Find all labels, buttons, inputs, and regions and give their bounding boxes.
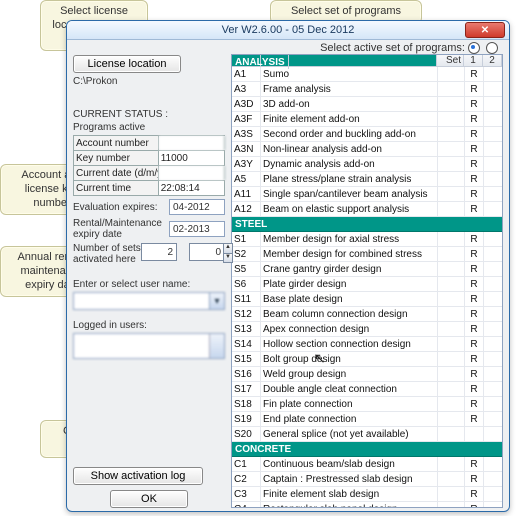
table-row[interactable]: S18Fin plate connectionR [232, 397, 502, 412]
maint-label: Rental/Maintenance expiry date [73, 218, 169, 240]
table-row[interactable]: C1Continuous beam/slab designR [232, 457, 502, 472]
table-row[interactable]: S15Bolt group designR [232, 352, 502, 367]
table-row[interactable]: S6Plate girder designR [232, 277, 502, 292]
table-row[interactable]: S17Double angle cleat connectionR [232, 382, 502, 397]
license-location-button[interactable]: License location [73, 55, 181, 73]
sets-label: Number of sets activated here [73, 243, 141, 265]
table-row[interactable]: S16Weld group designR [232, 367, 502, 382]
table-row[interactable]: A3YDynamic analysis add-onR [232, 157, 502, 172]
sets-a-input[interactable]: 2 [141, 243, 177, 261]
set2-radio[interactable] [486, 42, 498, 54]
program-set-row: Select active set of programs: [67, 40, 509, 54]
key-value: 11000 [159, 151, 225, 165]
eval-value: 04-2012 [169, 199, 225, 215]
table-row[interactable]: A3SSecond order and buckling add-onR [232, 127, 502, 142]
close-icon: ✕ [481, 25, 489, 36]
account-value [159, 136, 225, 150]
table-row[interactable]: S5Crane gantry girder designR [232, 262, 502, 277]
table-row[interactable]: S12Beam column connection designR [232, 307, 502, 322]
status-header: CURRENT STATUS : [73, 109, 225, 120]
left-panel: License location C:\Prokon CURRENT STATU… [73, 54, 225, 508]
time-value: 22:08:14 [159, 181, 225, 195]
date-value [159, 166, 225, 180]
sets-b-spinner[interactable]: ▲▼ [223, 243, 233, 263]
license-window: Ver W2.6.00 - 05 Dec 2012 ✕ Select activ… [66, 20, 510, 512]
window-title: Ver W2.6.00 - 05 Dec 2012 [222, 24, 355, 36]
show-activation-log-button[interactable]: Show activation log [73, 467, 203, 485]
table-row[interactable]: A3NNon-linear analysis add-onR [232, 142, 502, 157]
col-2: 2 [483, 55, 502, 66]
table-row[interactable]: S14Hollow section connection designR [232, 337, 502, 352]
table-row[interactable]: A3D3D add-onR [232, 97, 502, 112]
table-row[interactable]: A11Single span/cantilever beam analysisR [232, 187, 502, 202]
table-row[interactable]: C2Captain : Prestressed slab designR [232, 472, 502, 487]
table-row[interactable]: A5Plane stress/plane strain analysisR [232, 172, 502, 187]
username-label: Enter or select user name: [73, 279, 225, 290]
logged-users-list[interactable] [73, 333, 225, 359]
table-body: A1SumoRA3Frame analysisRA3D3D add-onRA3F… [232, 67, 502, 508]
col-set: Set [437, 55, 464, 66]
maint-value: 02-2013 [169, 221, 225, 237]
table-row[interactable]: S2Member design for combined stressR [232, 247, 502, 262]
col-1: 1 [464, 55, 483, 66]
table-row[interactable]: C4Rectangular slab panel designR [232, 502, 502, 508]
close-button[interactable]: ✕ [465, 22, 505, 38]
set1-radio[interactable] [468, 42, 480, 54]
username-combo[interactable] [73, 292, 225, 310]
logged-label: Logged in users: [73, 320, 225, 331]
modules-table[interactable]: Set 1 2 ANALYSIS A1SumoRA3Frame analysis… [231, 54, 503, 508]
license-path: C:\Prokon [73, 76, 225, 87]
table-row[interactable]: S19End plate connectionR [232, 412, 502, 427]
status-value: Programs active [73, 122, 225, 133]
table-row[interactable]: A1SumoR [232, 67, 502, 82]
group-concrete: CONCRETE [232, 442, 502, 457]
titlebar: Ver W2.6.00 - 05 Dec 2012 ✕ [67, 21, 509, 40]
group-steel: STEEL [232, 217, 502, 232]
ok-button[interactable]: OK [110, 490, 188, 508]
date-label: Current date (d/m/y) [74, 166, 159, 180]
table-row[interactable]: A3FFinite element add-onR [232, 112, 502, 127]
program-set-label: Select active set of programs: [320, 42, 465, 54]
table-header: Set 1 2 ANALYSIS [232, 55, 502, 67]
eval-label: Evaluation expires: [73, 202, 169, 213]
table-row[interactable]: S13Apex connection designR [232, 322, 502, 337]
sets-b-input[interactable]: 0▲▼ [189, 243, 225, 261]
account-grid: Account number Key number11000 Current d… [73, 135, 225, 196]
table-row[interactable]: A12Beam on elastic support analysisR [232, 202, 502, 217]
account-label: Account number [74, 136, 159, 150]
table-row[interactable]: A3Frame analysisR [232, 82, 502, 97]
time-label: Current time [74, 181, 159, 195]
table-row[interactable]: S20General splice (not yet available) [232, 427, 502, 442]
table-row[interactable]: C3Finite element slab designR [232, 487, 502, 502]
table-row[interactable]: S11Base plate designR [232, 292, 502, 307]
table-row[interactable]: S1Member design for axial stressR [232, 232, 502, 247]
key-label: Key number [74, 151, 159, 165]
